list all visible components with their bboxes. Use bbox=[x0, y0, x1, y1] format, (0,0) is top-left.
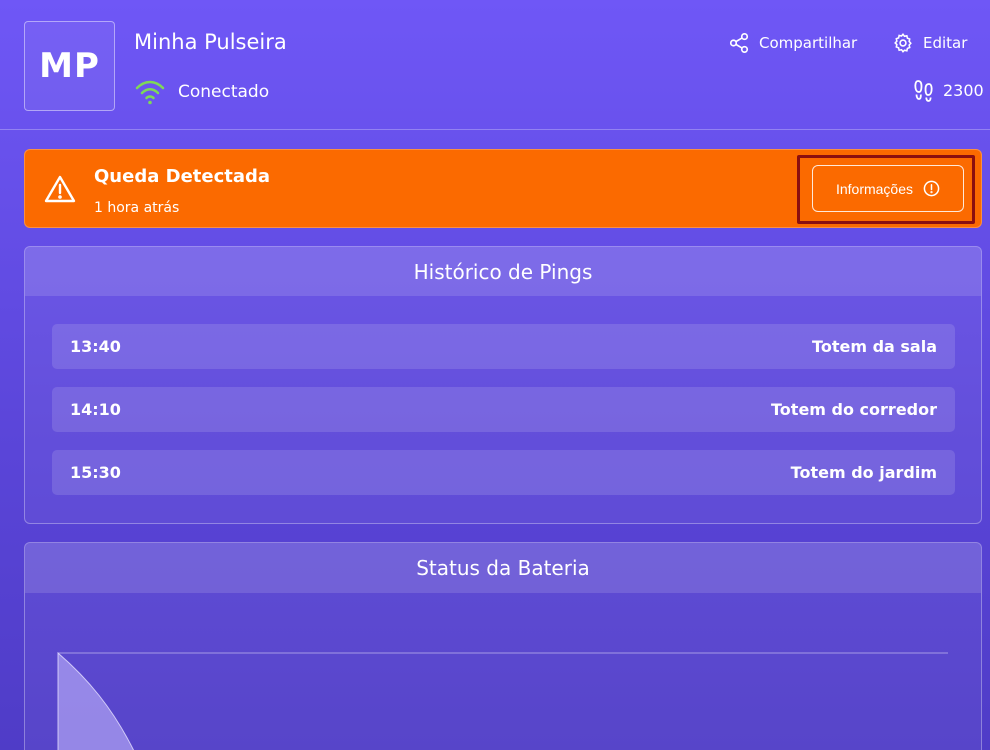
footprints-icon bbox=[914, 80, 933, 102]
battery-status-title: Status da Bateria bbox=[25, 543, 981, 593]
steps-value: 2300 bbox=[943, 80, 984, 100]
ping-location: Totem do corredor bbox=[771, 400, 937, 419]
ping-time: 14:10 bbox=[70, 400, 121, 419]
ping-location: Totem do jardim bbox=[790, 463, 937, 482]
alert-title: Queda Detectada bbox=[94, 166, 271, 187]
ping-row: 13:40 Totem da sala bbox=[52, 324, 955, 369]
wifi-icon bbox=[135, 80, 165, 105]
ping-row: 15:30 Totem do jardim bbox=[52, 450, 955, 495]
avatar: MP bbox=[24, 21, 115, 111]
ping-time: 13:40 bbox=[70, 337, 121, 356]
info-icon bbox=[923, 180, 940, 197]
battery-chart bbox=[57, 651, 948, 750]
share-button[interactable]: Compartilhar bbox=[728, 32, 857, 54]
battery-status-card: Status da Bateria bbox=[24, 542, 982, 750]
ping-time: 15:30 bbox=[70, 463, 121, 482]
info-button-label: Informações bbox=[835, 180, 914, 197]
ping-history-card: Histórico de Pings 13:40 Totem da sala 1… bbox=[24, 246, 982, 524]
device-name: Minha Pulseira bbox=[134, 30, 287, 54]
ping-location: Totem da sala bbox=[812, 337, 937, 356]
status-text: Conectado bbox=[178, 82, 270, 102]
ping-history-title: Histórico de Pings bbox=[25, 247, 981, 296]
warning-icon bbox=[44, 175, 76, 203]
step-count: 2300 bbox=[912, 78, 984, 102]
share-label: Compartilhar bbox=[759, 34, 858, 52]
gear-icon bbox=[894, 33, 912, 53]
edit-label: Editar bbox=[923, 34, 968, 52]
device-header: MP Minha Pulseira Conectado Compartilhar… bbox=[0, 0, 990, 130]
share-icon bbox=[729, 33, 749, 53]
battery-area bbox=[57, 651, 135, 750]
info-button[interactable]: Informações bbox=[812, 165, 964, 212]
fall-alert: Queda Detectada 1 hora atrás Informações bbox=[24, 149, 982, 228]
connection-status: Conectado bbox=[134, 78, 269, 106]
edit-button[interactable]: Editar bbox=[892, 32, 967, 54]
ping-row: 14:10 Totem do corredor bbox=[52, 387, 955, 432]
alert-time: 1 hora atrás bbox=[94, 200, 180, 216]
